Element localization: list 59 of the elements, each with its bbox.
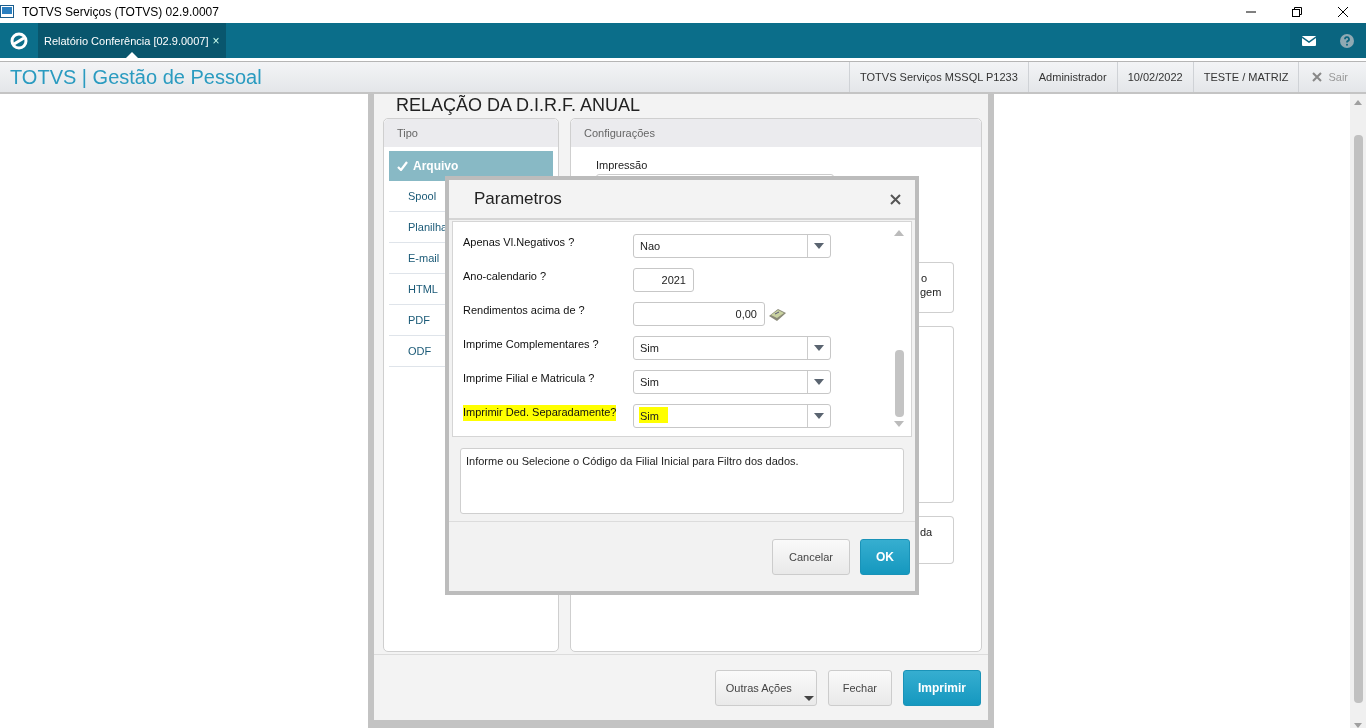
restore-icon	[1292, 6, 1302, 17]
select-field[interactable]: Nao	[633, 234, 831, 258]
select-field[interactable]: Sim	[633, 404, 831, 428]
session-info: TESTE / MATRIZ	[1192, 62, 1299, 92]
scroll-down-icon	[894, 421, 904, 427]
option-text: o	[920, 271, 929, 285]
window-title: TOTVS Serviços (TOTVS) 02.9.0007	[22, 4, 220, 19]
option-text: gem	[920, 285, 943, 299]
parameter-label: Imprime Complementares ?	[463, 337, 599, 352]
panel-heading: Tipo	[384, 119, 558, 147]
tab[interactable]: Relatório Conferência [02.9.0007] ×	[38, 23, 226, 58]
logo-icon	[10, 31, 28, 50]
tab-close-button[interactable]: ×	[212, 33, 220, 48]
session-info: TOTVS Serviços MSSQL P1233	[849, 62, 1028, 92]
scroll-up-icon	[1354, 100, 1362, 105]
select-value: Sim	[639, 407, 668, 423]
select-field[interactable]: Sim	[633, 370, 831, 394]
field-label: Impressão	[596, 159, 649, 171]
select-field[interactable]: Sim	[633, 336, 831, 360]
check-icon	[397, 161, 408, 171]
select-value: Sim	[639, 341, 660, 355]
dialog-title: Parametros	[474, 189, 563, 209]
parameter-label: Imprime Filial e Matricula ?	[463, 371, 595, 386]
dropdown-icon	[814, 243, 824, 249]
close-icon	[890, 193, 901, 205]
parameter-label: Rendimentos acima de ?	[463, 303, 585, 318]
select-value: Sim	[639, 375, 660, 389]
close-icon	[1312, 72, 1323, 82]
more-actions-button[interactable]: Outras Ações	[714, 669, 817, 706]
tab-indicator-icon	[125, 52, 138, 58]
session-info: 10/02/2022	[1116, 62, 1193, 92]
parameter-label: Imprimir Ded. Separadamente?	[463, 405, 617, 421]
tab-label: Relatório Conferência [02.9.0007]	[44, 34, 209, 47]
app-title: TOTVS | Gestão de Pessoal	[10, 65, 263, 89]
mail-icon	[1302, 35, 1316, 46]
session-info: Administrador	[1027, 62, 1117, 92]
dropdown-icon	[814, 413, 824, 419]
caret-icon	[803, 695, 814, 701]
close-button[interactable]: Fechar	[827, 669, 892, 706]
select-value: Nao	[639, 239, 662, 253]
scroll-down-icon	[1354, 723, 1362, 728]
dropdown-icon	[814, 379, 824, 385]
close-button[interactable]	[890, 193, 901, 205]
help-text-box: Informe ou Selecione o Código da Filial Inicial para Filtro dos dados.	[460, 448, 904, 514]
close-icon	[1338, 6, 1348, 17]
dropdown-icon	[814, 345, 824, 351]
parameter-label: Ano-calendario ?	[463, 269, 547, 284]
scrollbar-thumb[interactable]	[1353, 135, 1363, 703]
calculator-icon	[768, 306, 787, 322]
option-text: da	[920, 525, 934, 539]
amount-field[interactable]: 0,00	[633, 302, 765, 326]
scroll-up-icon	[894, 230, 904, 236]
dialog-title: RELAÇÃO DA D.I.R.F. ANUAL	[395, 94, 642, 114]
help-icon	[1340, 33, 1354, 48]
number-field[interactable]: 2021	[633, 268, 694, 292]
cancel-button[interactable]: Cancelar	[772, 538, 850, 575]
parameter-label: Apenas Vl.Negativos ?	[463, 235, 575, 250]
scrollbar-thumb[interactable]	[894, 350, 904, 417]
panel-heading: Configurações	[571, 119, 981, 147]
